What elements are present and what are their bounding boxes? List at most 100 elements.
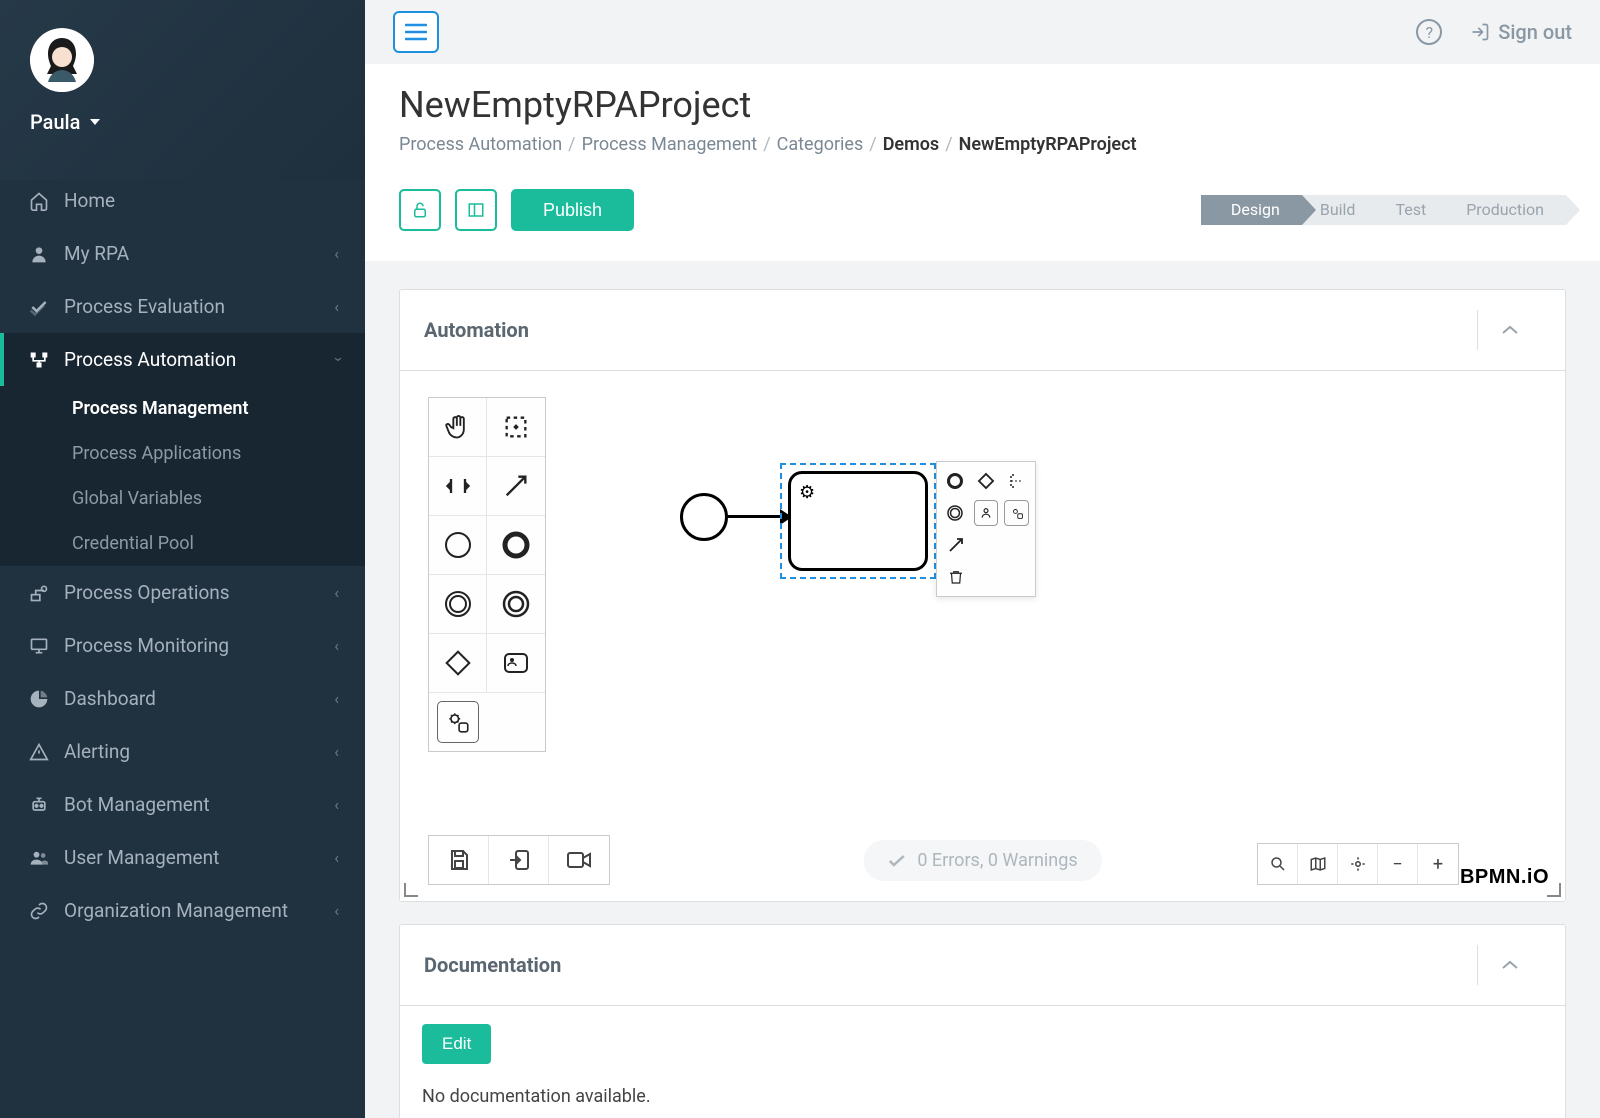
circle-thick-icon (946, 472, 964, 490)
user-name: Paula (30, 110, 80, 134)
bot-task-icon (445, 709, 471, 735)
monitor-icon (26, 636, 52, 656)
topbar-right: ? Sign out (1416, 19, 1572, 45)
start-event-node[interactable] (680, 493, 728, 541)
bpmn-canvas[interactable]: ⚙ (400, 371, 1565, 901)
user-task-icon (501, 648, 531, 678)
zoom-in-button[interactable]: + (1418, 844, 1458, 884)
ctx-append-annotation[interactable] (1004, 468, 1029, 494)
stage-design[interactable]: Design (1201, 195, 1302, 225)
fit-button[interactable] (1338, 844, 1378, 884)
nav-automation[interactable]: Process Automation ‹ (0, 333, 365, 386)
arrow-icon (502, 472, 530, 500)
save-button[interactable] (429, 836, 489, 884)
toolbar-row: Publish Design Build Test Production (399, 189, 1566, 231)
documentation-text: No documentation available. (422, 1086, 1543, 1107)
nav-dashboard[interactable]: Dashboard ‹ (0, 672, 365, 725)
ctx-connect[interactable] (943, 532, 969, 558)
palette-intermediate-throw[interactable] (487, 575, 545, 633)
edit-documentation-button[interactable]: Edit (422, 1024, 491, 1064)
breadcrumb-sep: / (945, 134, 952, 155)
circle-double-icon (443, 589, 473, 619)
palette-space-tool[interactable] (429, 457, 487, 515)
breadcrumb: Process Automation / Process Management … (399, 134, 1566, 155)
service-task-node[interactable]: ⚙ (788, 471, 928, 571)
circle-double-bold-icon (501, 589, 531, 619)
signout-button[interactable]: Sign out (1470, 20, 1572, 44)
profile-block: Paula (0, 0, 365, 152)
check-icon (887, 854, 905, 868)
zoom-out-button[interactable]: − (1378, 844, 1418, 884)
ctx-append-bot-task[interactable] (1004, 500, 1029, 526)
validation-status[interactable]: 0 Errors, 0 Warnings (863, 840, 1101, 881)
lasso-icon (502, 413, 530, 441)
palette-end-event[interactable] (487, 516, 545, 574)
layout-button[interactable] (455, 189, 497, 231)
record-button[interactable] (549, 836, 609, 884)
palette-lasso-tool[interactable] (487, 398, 545, 456)
link-icon (26, 901, 52, 921)
user-icon (26, 244, 52, 264)
minimap-button[interactable] (1298, 844, 1338, 884)
collapse-button[interactable] (1477, 310, 1541, 350)
trash-icon (947, 568, 965, 586)
nav-alerting[interactable]: Alerting ‹ (0, 725, 365, 778)
chevron-down-icon: ‹ (327, 357, 346, 362)
palette-intermediate-event[interactable] (429, 575, 487, 633)
ctx-append-user-task[interactable] (974, 500, 999, 526)
palette-user-task[interactable] (487, 634, 545, 692)
nav-myrpa[interactable]: My RPA ‹ (0, 227, 365, 280)
toggle-sidebar-button[interactable] (393, 11, 439, 53)
chevron-left-icon: ‹ (334, 901, 339, 920)
ctx-delete[interactable] (943, 564, 969, 590)
nav-orgmgmt[interactable]: Organization Management ‹ (0, 884, 365, 937)
documentation-panel: Documentation Edit No documentation avai… (399, 924, 1566, 1118)
documentation-panel-title: Documentation (424, 953, 561, 977)
palette-gateway[interactable] (429, 634, 487, 692)
nav-usermgmt[interactable]: User Management ‹ (0, 831, 365, 884)
subnav-process-applications[interactable]: Process Applications (0, 431, 365, 476)
sidebar: Paula Home My RPA ‹ Process Evaluation ‹… (0, 0, 365, 1118)
crumb-1[interactable]: Process Automation (399, 134, 562, 155)
sequence-flow[interactable] (728, 515, 784, 518)
ctx-append-gateway[interactable] (974, 468, 999, 494)
user-menu[interactable]: Paula (30, 110, 365, 134)
annotation-icon (1008, 472, 1026, 490)
nav-evaluation[interactable]: Process Evaluation ‹ (0, 280, 365, 333)
lock-button[interactable] (399, 189, 441, 231)
topbar: ? Sign out (365, 0, 1600, 64)
nav-operations[interactable]: Process Operations ‹ (0, 566, 365, 619)
crumb-2[interactable]: Process Management (582, 134, 758, 155)
collapse-button[interactable] (1477, 945, 1541, 985)
palette-start-event[interactable] (429, 516, 487, 574)
automation-panel-title: Automation (424, 318, 529, 342)
subnav-global-variables[interactable]: Global Variables (0, 476, 365, 521)
subnav-credential-pool[interactable]: Credential Pool (0, 521, 365, 566)
video-icon (566, 850, 592, 870)
home-icon (26, 191, 52, 211)
import-button[interactable] (489, 836, 549, 884)
documentation-panel-head: Documentation (400, 925, 1565, 1006)
avatar[interactable] (30, 28, 94, 92)
nav-home[interactable]: Home (0, 174, 365, 227)
search-button[interactable] (1258, 844, 1298, 884)
palette-bot-task[interactable] (437, 701, 479, 743)
subnav-process-management[interactable]: Process Management (0, 386, 365, 431)
palette-connect-tool[interactable] (487, 457, 545, 515)
resize-handle-br[interactable] (1547, 883, 1561, 897)
crumb-3[interactable]: Categories (777, 134, 864, 155)
ctx-append-end-event[interactable] (943, 468, 968, 494)
chevron-left-icon: ‹ (334, 636, 339, 655)
palette-hand-tool[interactable] (429, 398, 487, 456)
nav-bot[interactable]: Bot Management ‹ (0, 778, 365, 831)
ctx-append-intermediate[interactable] (943, 500, 968, 526)
resize-handle-bl[interactable] (404, 883, 418, 897)
publish-button[interactable]: Publish (511, 189, 634, 231)
breadcrumb-sep: / (568, 134, 575, 155)
nav-monitoring[interactable]: Process Monitoring ‹ (0, 619, 365, 672)
map-icon (1309, 855, 1327, 873)
lock-open-icon (411, 201, 429, 219)
crumb-4[interactable]: Demos (883, 134, 940, 155)
nav-automation-children: Process Management Process Applications … (0, 386, 365, 566)
help-button[interactable]: ? (1416, 19, 1442, 45)
